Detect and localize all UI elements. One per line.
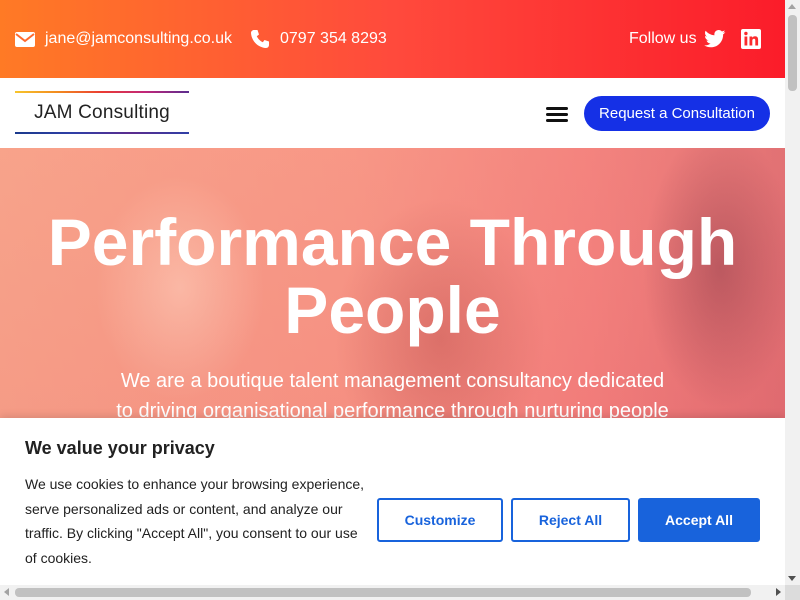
logo-bottom-stripe <box>15 132 189 134</box>
cookie-description: We use cookies to enhance your browsing … <box>25 476 365 566</box>
scrollbar-corner <box>785 585 800 600</box>
phone-link[interactable]: 0797 354 8293 <box>250 28 387 50</box>
hero-title: Performance Through People <box>0 208 785 344</box>
request-consultation-button[interactable]: Request a Consultation <box>584 96 770 131</box>
logo-text: JAM Consulting <box>34 101 170 123</box>
email-link[interactable]: jane@jamconsulting.co.uk <box>15 28 232 50</box>
cookie-consent-banner: We value your privacy We use cookies to … <box>0 418 785 588</box>
hero-title-line-1: Performance Through <box>47 205 738 279</box>
twitter-icon[interactable] <box>704 28 726 50</box>
phone-text: 0797 354 8293 <box>280 30 387 47</box>
hamburger-menu-icon[interactable] <box>546 104 570 124</box>
vertical-scrollbar[interactable] <box>785 0 800 585</box>
horizontal-scrollbar[interactable] <box>0 585 785 600</box>
hero-title-line-2: People <box>284 273 501 347</box>
top-contact-bar: jane@jamconsulting.co.uk 0797 354 8293 F… <box>0 0 785 78</box>
email-text: jane@jamconsulting.co.uk <box>45 30 233 47</box>
hero-subtitle: We are a boutique talent management cons… <box>116 370 669 422</box>
envelope-icon <box>15 31 35 47</box>
follow-us-label: Follow us <box>629 30 697 47</box>
site-header: JAM Consulting Request a Consultation <box>0 78 785 148</box>
logo[interactable]: JAM Consulting <box>15 91 189 134</box>
scroll-left-arrow-icon[interactable] <box>4 588 9 596</box>
phone-icon <box>250 29 270 49</box>
linkedin-icon[interactable] <box>741 28 761 50</box>
scroll-up-arrow-icon[interactable] <box>788 4 796 9</box>
scroll-right-arrow-icon[interactable] <box>776 588 781 596</box>
logo-top-stripe <box>15 91 189 93</box>
cookie-title: We value your privacy <box>25 438 215 458</box>
vertical-scroll-thumb[interactable] <box>788 15 797 91</box>
horizontal-scroll-thumb[interactable] <box>15 588 751 597</box>
scroll-down-arrow-icon[interactable] <box>788 576 796 581</box>
accept-all-button[interactable]: Accept All <box>638 498 760 542</box>
customize-button[interactable]: Customize <box>377 498 503 542</box>
reject-all-button[interactable]: Reject All <box>511 498 630 542</box>
